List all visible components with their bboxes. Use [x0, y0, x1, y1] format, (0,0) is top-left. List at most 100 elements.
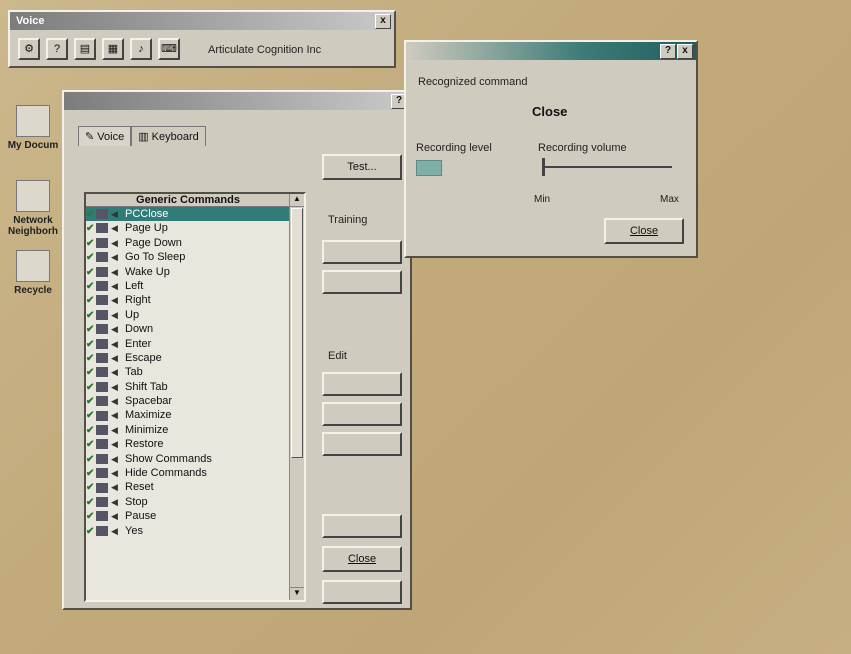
- company-name: Articulate Cognition Inc: [208, 44, 322, 56]
- training-button-2[interactable]: [322, 270, 402, 294]
- list-item[interactable]: ✔ ◀ Spacebar: [86, 394, 290, 408]
- check-icon[interactable]: ✔: [86, 352, 96, 366]
- recognition-close-button[interactable]: Close: [604, 218, 684, 244]
- check-icon[interactable]: ✔: [86, 251, 96, 265]
- check-icon[interactable]: ✔: [86, 323, 96, 337]
- list-item[interactable]: ✔ ◀ PCClose: [86, 207, 290, 222]
- check-icon[interactable]: ✔: [86, 237, 96, 251]
- list-header: Generic Commands: [86, 194, 290, 207]
- command-label: Up: [125, 308, 140, 321]
- list-item[interactable]: ✔ ◀ Minimize: [86, 423, 290, 437]
- check-icon[interactable]: ✔: [86, 525, 96, 539]
- check-icon[interactable]: ✔: [86, 424, 96, 438]
- desktop-icon-network[interactable]: Network Neighborh: [0, 180, 66, 237]
- list-scrollbar[interactable]: ▲ ▼: [289, 194, 304, 600]
- command-label: Right: [125, 294, 151, 307]
- keyboard-icon[interactable]: ⌨: [158, 38, 180, 60]
- check-icon[interactable]: ✔: [86, 510, 96, 524]
- command-label: Go To Sleep: [125, 251, 186, 264]
- list-item[interactable]: ✔ ◀ Restore: [86, 437, 290, 451]
- command-icon: [96, 453, 108, 464]
- list-item[interactable]: ✔ ◀ Right: [86, 293, 290, 307]
- list-item[interactable]: ✔ ◀ Enter: [86, 337, 290, 351]
- command-icon: [96, 338, 108, 349]
- volume-slider-thumb[interactable]: [542, 158, 545, 176]
- list-item[interactable]: ✔ ◀ Shift Tab: [86, 380, 290, 394]
- check-icon[interactable]: ✔: [86, 381, 96, 395]
- arrow-icon: ◀: [111, 237, 118, 248]
- training-button-1[interactable]: [322, 240, 402, 264]
- tab-strip: ✎ Voice ▥ Keyboard: [78, 126, 206, 146]
- close-icon[interactable]: x: [375, 14, 391, 29]
- command-label: Hide Commands: [125, 467, 207, 480]
- volume-slider-track[interactable]: [542, 166, 672, 168]
- check-icon[interactable]: ✔: [86, 438, 96, 452]
- edit-button-1[interactable]: [322, 372, 402, 396]
- check-icon[interactable]: ✔: [86, 366, 96, 380]
- list-item[interactable]: ✔ ◀ Left: [86, 279, 290, 293]
- command-label: Spacebar: [125, 395, 173, 408]
- arrow-icon: ◀: [111, 252, 118, 263]
- check-icon[interactable]: ✔: [86, 395, 96, 409]
- list-item[interactable]: ✔ ◀ Page Down: [86, 236, 290, 250]
- desktop-icon-my-documents[interactable]: My Docum: [0, 105, 66, 151]
- list-item[interactable]: ✔ ◀ Reset: [86, 480, 290, 494]
- command-icon: [96, 424, 108, 435]
- recognized-label: Recognized command: [418, 76, 528, 88]
- check-icon[interactable]: ✔: [86, 481, 96, 495]
- command-list[interactable]: Generic Commands ✔ ◀ PCClose ✔ ◀ Page Up ✔ ◀ Pag…: [84, 192, 306, 602]
- blank-button[interactable]: [322, 514, 402, 538]
- check-icon[interactable]: ✔: [86, 266, 96, 280]
- recognition-dialog: ? x Recognized command Close Recording l…: [404, 40, 698, 258]
- list-item[interactable]: ✔ ◀ Pause: [86, 509, 290, 523]
- microphone-icon[interactable]: ♪: [130, 38, 152, 60]
- list-item[interactable]: ✔ ◀ Down: [86, 322, 290, 336]
- check-icon[interactable]: ✔: [86, 453, 96, 467]
- check-icon[interactable]: ✔: [86, 294, 96, 308]
- tab-voice[interactable]: ✎ Voice: [78, 126, 132, 146]
- list-item[interactable]: ✔ ◀ Yes: [86, 524, 290, 538]
- help-icon[interactable]: ?: [46, 38, 68, 60]
- list-item[interactable]: ✔ ◀ Stop: [86, 495, 290, 509]
- check-icon[interactable]: ✔: [86, 208, 96, 222]
- bottom-button[interactable]: [322, 580, 402, 604]
- check-icon[interactable]: ✔: [86, 467, 96, 481]
- close-button[interactable]: Close: [322, 546, 402, 572]
- scroll-down-icon[interactable]: ▼: [290, 587, 304, 600]
- folder-icon[interactable]: ▤: [74, 38, 96, 60]
- check-icon[interactable]: ✔: [86, 309, 96, 323]
- check-icon[interactable]: ✔: [86, 280, 96, 294]
- command-label: Left: [125, 279, 144, 292]
- check-icon[interactable]: ✔: [86, 409, 96, 423]
- tab-keyboard[interactable]: ▥ Keyboard: [131, 126, 206, 146]
- check-icon[interactable]: ✔: [86, 222, 96, 236]
- edit-button-3[interactable]: [322, 432, 402, 456]
- edit-button-2[interactable]: [322, 402, 402, 426]
- list-item[interactable]: ✔ ◀ Maximize: [86, 408, 290, 422]
- help-button[interactable]: ?: [660, 44, 676, 59]
- list-item[interactable]: ✔ ◀ Up: [86, 308, 290, 322]
- scroll-up-icon[interactable]: ▲: [290, 194, 304, 207]
- list-item[interactable]: ✔ ◀ Tab: [86, 365, 290, 379]
- list-item[interactable]: ✔ ◀ Go To Sleep: [86, 250, 290, 264]
- command-icon: [96, 482, 108, 493]
- scroll-thumb[interactable]: [291, 208, 303, 458]
- list-item[interactable]: ✔ ◀ Wake Up: [86, 265, 290, 279]
- check-icon[interactable]: ✔: [86, 496, 96, 510]
- command-icon: [96, 209, 108, 220]
- check-icon[interactable]: ✔: [86, 338, 96, 352]
- list-item[interactable]: ✔ ◀ Page Up: [86, 221, 290, 235]
- command-label: Page Down: [125, 236, 182, 249]
- arrow-icon: ◀: [111, 482, 118, 493]
- command-label: Show Commands: [125, 452, 212, 465]
- list-item[interactable]: ✔ ◀ Escape: [86, 351, 290, 365]
- list-item[interactable]: ✔ ◀ Hide Commands: [86, 466, 290, 480]
- desktop-icon-recycle-bin[interactable]: Recycle: [0, 250, 66, 296]
- command-label: Tab: [125, 366, 143, 379]
- command-icon: [96, 237, 108, 248]
- list-item[interactable]: ✔ ◀ Show Commands: [86, 452, 290, 466]
- settings-icon[interactable]: ⚙: [18, 38, 40, 60]
- test-button[interactable]: Test...: [322, 154, 402, 180]
- document-icon[interactable]: ▦: [102, 38, 124, 60]
- close-icon[interactable]: x: [677, 44, 693, 59]
